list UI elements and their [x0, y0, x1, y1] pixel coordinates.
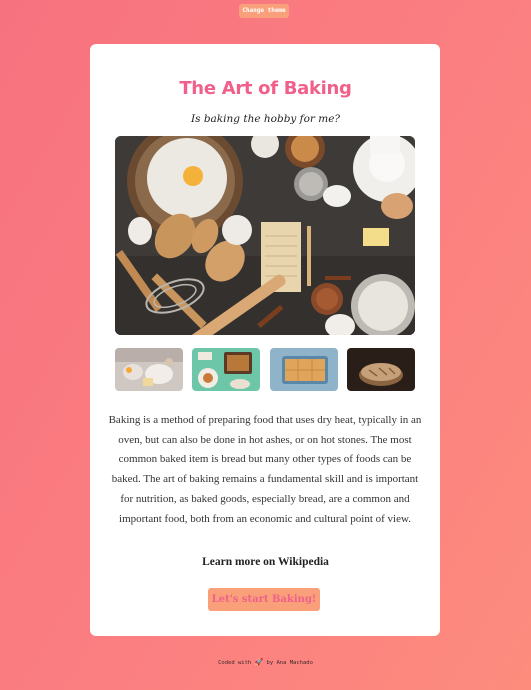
- description-text: Baking is a method of preparing food tha…: [108, 414, 422, 525]
- start-baking-button[interactable]: Let's start Baking!: [208, 588, 320, 611]
- footer-prefix: Coded with: [218, 660, 252, 666]
- thumbnail-image-4[interactable]: [347, 348, 415, 391]
- content-card: [90, 44, 440, 636]
- wikipedia-link[interactable]: Learn more on Wikipedia: [0, 556, 531, 568]
- rocket-icon: 🚀: [254, 658, 264, 666]
- thumbnail-image-2[interactable]: [192, 348, 260, 391]
- footer: Coded with 🚀 by Ana Machado: [0, 658, 531, 666]
- page-subtitle: Is baking the hobby for me?: [190, 113, 341, 125]
- footer-author: by Ana Machado: [266, 660, 313, 666]
- page-title: The Art of Baking: [179, 78, 352, 99]
- thumbnail-image-3[interactable]: [270, 348, 338, 391]
- hero-image: [115, 136, 415, 335]
- change-theme-button[interactable]: Change theme: [239, 4, 289, 18]
- thumbnail-image-1[interactable]: [115, 348, 183, 391]
